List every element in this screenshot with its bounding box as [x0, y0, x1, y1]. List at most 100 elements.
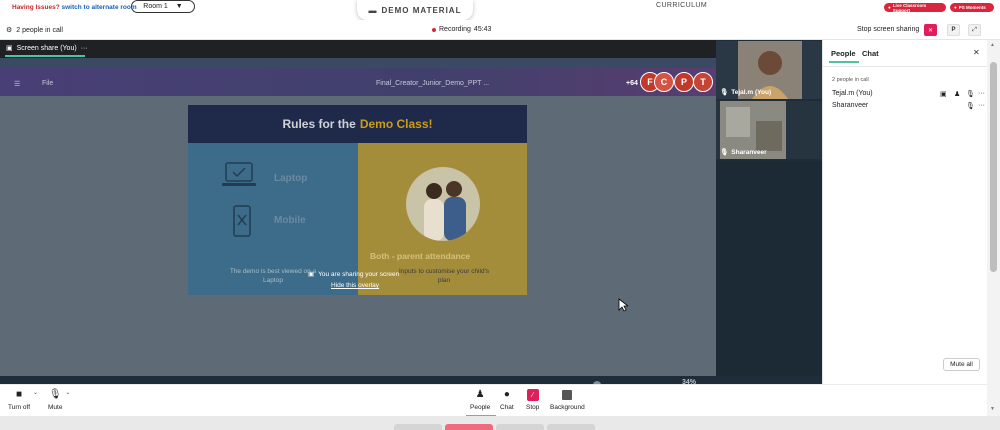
mute-button[interactable]: 🎙 ⌄ Mute — [48, 389, 70, 411]
background-button[interactable]: Background — [550, 389, 585, 411]
close-icon: ✕ — [927, 27, 934, 34]
ppt-title: Final_Creator_Junior_Demo_PPT ... — [376, 80, 490, 87]
screen-share-tab[interactable]: ▣ Screen share (You) ··· — [6, 44, 88, 53]
star-icon: ● — [954, 5, 957, 10]
monitor-icon: ▣ — [308, 271, 315, 278]
ppt-file-menu: File — [42, 80, 54, 87]
scroll-up-icon[interactable]: ▲ — [990, 42, 995, 48]
parent-child-photo — [406, 167, 480, 241]
mute-all-button[interactable]: Mute all — [943, 358, 980, 371]
participant-row[interactable]: Tejal.m (You) ▣ ♟ 🎙 ··· — [832, 90, 985, 100]
stop-screen-sharing-button[interactable]: ✕ — [924, 24, 937, 36]
main-stage: ▣ Screen share (You) ··· ☰ File Final_Cr… — [0, 40, 822, 389]
people-button[interactable]: ♟ People — [470, 389, 490, 411]
room-select[interactable]: Room 1 ▼ — [131, 0, 195, 13]
chat-bubble-icon: ● — [503, 389, 510, 400]
participant-name: Sharanveer — [832, 102, 869, 109]
p-button[interactable]: P — [947, 24, 960, 36]
slide-note: The demo is best viewed on a Laptop — [229, 268, 317, 285]
mic-icon[interactable]: 🎙 — [966, 90, 975, 98]
demo-material-tab[interactable]: ▬ DEMO MATERIAL — [357, 0, 473, 20]
person-icon[interactable]: ♟ — [954, 90, 960, 98]
people-panel: People Chat ✕ 2 people in call Tejal.m (… — [822, 40, 988, 384]
alternate-room-link[interactable]: switch to alternate room — [62, 4, 137, 11]
curriculum-tab[interactable]: CURRICULUM — [656, 2, 707, 9]
chat-button[interactable]: ● Chat — [500, 389, 514, 411]
camera-toggle-button[interactable]: ■ ⌄ Turn off — [8, 389, 38, 411]
ppt-viewer-count: +64 — [626, 80, 638, 87]
bottom-controls: ■ ⌄ Turn off 🎙 ⌄ Mute ♟ People ● Chat ⁄ … — [0, 384, 987, 417]
laptop-icon — [222, 162, 256, 186]
recording-label: Recording — [439, 26, 471, 33]
recording-indicator: Recording 45:43 — [432, 26, 491, 33]
scroll-down-icon[interactable]: ▼ — [990, 406, 995, 412]
people-count-label: 2 people in call — [16, 26, 63, 34]
participant-tile-you[interactable]: 🎙 Tejal.m (You) — [716, 41, 822, 99]
mobile-label: Mobile — [274, 215, 306, 226]
mic-icon: 🎙 — [720, 89, 729, 96]
slide-right-title: Both - parent attendance — [370, 251, 471, 261]
ps-moments-button[interactable]: ● PS Moments — [950, 3, 994, 12]
laptop-label: Laptop — [274, 173, 308, 184]
participant-row[interactable]: Sharanveer 🎙 ··· — [832, 102, 985, 112]
stage-header: ▣ Screen share (You) ··· — [0, 40, 716, 58]
chevron-down-icon[interactable]: ⌄ — [65, 389, 70, 396]
chevron-down-icon[interactable]: ⌄ — [33, 389, 38, 396]
more-options-icon[interactable]: ··· — [978, 102, 985, 109]
participant-name: Tejal.m (You) — [832, 90, 873, 97]
expand-button[interactable]: ⤢ — [968, 24, 981, 36]
issues-notice: Having Issues? switch to alternate room — [12, 4, 137, 11]
panel-in-call-count: 2 people in call — [832, 77, 869, 83]
hamburger-icon: ☰ — [14, 81, 21, 88]
slide-title: Rules for the Demo Class! — [188, 105, 527, 143]
footer-button[interactable] — [547, 424, 595, 430]
pin-icon[interactable]: ▣ — [940, 90, 947, 98]
support-icon: ● — [888, 5, 891, 10]
recording-dot-icon — [432, 27, 436, 32]
tab-people[interactable]: People — [831, 49, 856, 58]
participant-tile-sharanveer[interactable]: 🎙 Sharanveer — [716, 101, 822, 159]
hide-overlay-link[interactable]: Hide this overlay — [331, 282, 379, 289]
more-options-icon[interactable]: ··· — [978, 90, 985, 97]
people-count[interactable]: ⚙ 2 people in call — [6, 26, 63, 35]
scrollbar-thumb[interactable] — [990, 62, 997, 272]
background-label: Background — [550, 404, 585, 411]
tile-name-label: Sharanveer — [731, 148, 767, 156]
mute-label: Mute — [48, 404, 63, 411]
slide-title-a: Rules for the — [282, 117, 356, 131]
people-label: People — [470, 404, 491, 411]
slide-title-b: Demo Class! — [359, 117, 433, 131]
tab-chat[interactable]: Chat — [862, 49, 879, 58]
issues-text: Having Issues? — [12, 4, 60, 11]
camera-icon: ■ — [16, 389, 23, 400]
expand-icon: ⤢ — [972, 26, 977, 33]
stop-share-button[interactable]: ⁄ Stop — [526, 389, 539, 411]
panel-divider — [823, 66, 988, 67]
tile-name-you: 🎙 Tejal.m (You) — [720, 88, 772, 97]
mic-icon[interactable]: 🎙 — [966, 102, 975, 110]
slide-right-sub: Inputs to customise your child's plan — [398, 268, 490, 285]
mic-icon: 🎙 — [48, 389, 62, 400]
footer-button[interactable] — [496, 424, 544, 430]
footer-button-active[interactable] — [445, 424, 493, 430]
people-photo-icon — [424, 181, 466, 241]
more-options-icon[interactable]: ··· — [81, 45, 88, 52]
top-bar: Having Issues? switch to alternate room … — [0, 0, 1000, 20]
footer-button[interactable] — [394, 424, 442, 430]
sharing-overlay-message: ▣ You are sharing your screen — [308, 270, 400, 279]
avatar-t: T — [693, 72, 713, 92]
chat-label: Chat — [500, 404, 514, 411]
tile-name-label: Tejal.m (You) — [731, 88, 772, 96]
sharing-overlay-text: You are sharing your screen — [318, 270, 400, 278]
room-select-value: Room 1 — [143, 3, 168, 10]
camera-toggle-label: Turn off — [8, 404, 31, 411]
tiles-empty-area — [716, 161, 822, 376]
monitor-icon: ▣ — [6, 45, 13, 52]
live-support-button[interactable]: ● Live Classroom Support — [884, 2, 946, 13]
close-panel-icon[interactable]: ✕ — [973, 48, 980, 57]
live-support-label: Live Classroom Support — [892, 2, 927, 13]
slide: Rules for the Demo Class! Laptop Mobile — [188, 105, 527, 295]
active-tab-underline — [5, 55, 85, 57]
mic-icon: 🎙 — [720, 149, 729, 156]
avatar-c: C — [654, 72, 674, 92]
